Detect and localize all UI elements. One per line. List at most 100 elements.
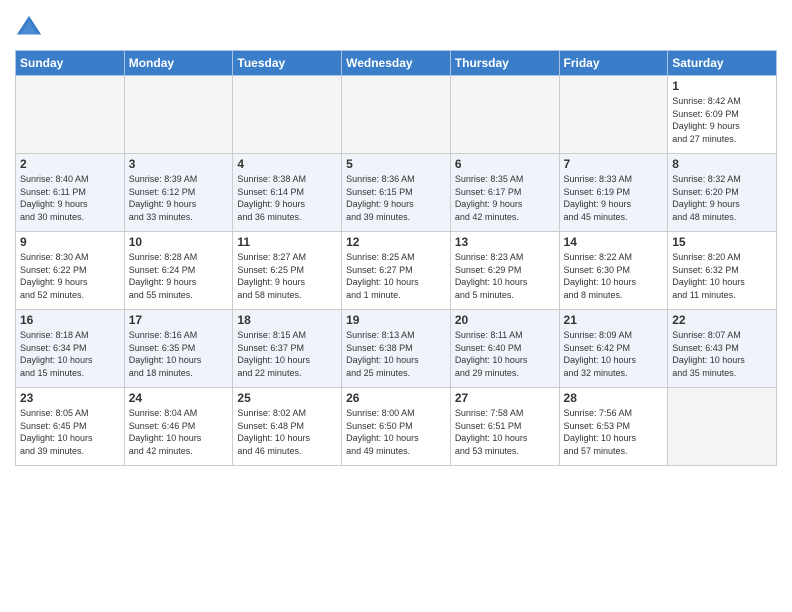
day-info: Sunrise: 7:58 AM Sunset: 6:51 PM Dayligh… bbox=[455, 407, 555, 457]
day-info: Sunrise: 8:28 AM Sunset: 6:24 PM Dayligh… bbox=[129, 251, 229, 301]
calendar-day-cell: 9 Sunrise: 8:30 AM Sunset: 6:22 PM Daylig… bbox=[16, 232, 125, 310]
day-info: Sunrise: 8:04 AM Sunset: 6:46 PM Dayligh… bbox=[129, 407, 229, 457]
calendar-day-cell: 13Sunrise: 8:23 AM Sunset: 6:29 PM Dayli… bbox=[450, 232, 559, 310]
day-number: 27 bbox=[455, 391, 555, 405]
calendar-day-cell bbox=[342, 76, 451, 154]
calendar-day-cell: 28 Sunrise: 7:56 AM Sunset: 6:53 PM Dayli… bbox=[559, 388, 668, 466]
day-info: Sunrise: 8:05 AM Sunset: 6:45 PM Dayligh… bbox=[20, 407, 120, 457]
calendar-day-cell: 15 Sunrise: 8:20 AM Sunset: 6:32 PM Dayli… bbox=[668, 232, 777, 310]
day-number: 25 bbox=[237, 391, 337, 405]
day-info: Sunrise: 8:18 AM Sunset: 6:34 PM Dayligh… bbox=[20, 329, 120, 379]
day-info: Sunrise: 8:36 AM Sunset: 6:15 PM Dayligh… bbox=[346, 173, 446, 223]
day-number: 17 bbox=[129, 313, 229, 327]
calendar-day-cell: 3Sunrise: 8:39 AM Sunset: 6:12 PM Daylig… bbox=[124, 154, 233, 232]
day-info: Sunrise: 8:22 AM Sunset: 6:30 PM Dayligh… bbox=[564, 251, 664, 301]
day-number: 5 bbox=[346, 157, 446, 171]
calendar-day-cell: 18 Sunrise: 8:15 AM Sunset: 6:37 PM Dayli… bbox=[233, 310, 342, 388]
calendar-week-row: 2Sunrise: 8:40 AM Sunset: 6:11 PM Daylig… bbox=[16, 154, 777, 232]
calendar-day-header: Thursday bbox=[450, 51, 559, 76]
calendar-day-cell: 17 Sunrise: 8:16 AM Sunset: 6:35 PM Dayli… bbox=[124, 310, 233, 388]
calendar-day-cell: 21 Sunrise: 8:09 AM Sunset: 6:42 PM Dayli… bbox=[559, 310, 668, 388]
day-number: 1 bbox=[672, 79, 772, 93]
calendar-day-cell: 26 Sunrise: 8:00 AM Sunset: 6:50 PM Dayli… bbox=[342, 388, 451, 466]
calendar-day-cell: 19 Sunrise: 8:13 AM Sunset: 6:38 PM Dayli… bbox=[342, 310, 451, 388]
calendar-day-cell: 8 Sunrise: 8:32 AM Sunset: 6:20 PM Daylig… bbox=[668, 154, 777, 232]
day-info: Sunrise: 8:07 AM Sunset: 6:43 PM Dayligh… bbox=[672, 329, 772, 379]
calendar-day-cell bbox=[16, 76, 125, 154]
day-info: Sunrise: 8:38 AM Sunset: 6:14 PM Dayligh… bbox=[237, 173, 337, 223]
calendar-day-header: Friday bbox=[559, 51, 668, 76]
day-info: Sunrise: 8:25 AM Sunset: 6:27 PM Dayligh… bbox=[346, 251, 446, 301]
day-info: Sunrise: 8:00 AM Sunset: 6:50 PM Dayligh… bbox=[346, 407, 446, 457]
header bbox=[15, 10, 777, 42]
day-number: 24 bbox=[129, 391, 229, 405]
logo-icon bbox=[15, 14, 43, 42]
calendar-day-cell: 22 Sunrise: 8:07 AM Sunset: 6:43 PM Dayli… bbox=[668, 310, 777, 388]
day-number: 14 bbox=[564, 235, 664, 249]
day-info: Sunrise: 8:35 AM Sunset: 6:17 PM Dayligh… bbox=[455, 173, 555, 223]
calendar-day-cell: 20 Sunrise: 8:11 AM Sunset: 6:40 PM Dayli… bbox=[450, 310, 559, 388]
day-info: Sunrise: 8:33 AM Sunset: 6:19 PM Dayligh… bbox=[564, 173, 664, 223]
calendar-day-cell: 1Sunrise: 8:42 AM Sunset: 6:09 PM Daylig… bbox=[668, 76, 777, 154]
day-number: 19 bbox=[346, 313, 446, 327]
calendar-day-header: Monday bbox=[124, 51, 233, 76]
calendar-day-cell: 2Sunrise: 8:40 AM Sunset: 6:11 PM Daylig… bbox=[16, 154, 125, 232]
calendar-day-cell: 16 Sunrise: 8:18 AM Sunset: 6:34 PM Dayli… bbox=[16, 310, 125, 388]
calendar-day-cell: 25 Sunrise: 8:02 AM Sunset: 6:48 PM Dayli… bbox=[233, 388, 342, 466]
day-number: 16 bbox=[20, 313, 120, 327]
day-info: Sunrise: 8:13 AM Sunset: 6:38 PM Dayligh… bbox=[346, 329, 446, 379]
calendar-week-row: 23 Sunrise: 8:05 AM Sunset: 6:45 PM Dayli… bbox=[16, 388, 777, 466]
calendar-day-cell bbox=[233, 76, 342, 154]
calendar-week-row: 1Sunrise: 8:42 AM Sunset: 6:09 PM Daylig… bbox=[16, 76, 777, 154]
calendar-table: SundayMondayTuesdayWednesdayThursdayFrid… bbox=[15, 50, 777, 466]
day-number: 15 bbox=[672, 235, 772, 249]
calendar-day-cell bbox=[124, 76, 233, 154]
day-info: Sunrise: 8:27 AM Sunset: 6:25 PM Dayligh… bbox=[237, 251, 337, 301]
day-number: 28 bbox=[564, 391, 664, 405]
day-number: 22 bbox=[672, 313, 772, 327]
day-info: Sunrise: 8:16 AM Sunset: 6:35 PM Dayligh… bbox=[129, 329, 229, 379]
calendar-day-cell: 24 Sunrise: 8:04 AM Sunset: 6:46 PM Dayli… bbox=[124, 388, 233, 466]
day-info: Sunrise: 8:30 AM Sunset: 6:22 PM Dayligh… bbox=[20, 251, 120, 301]
calendar-day-cell: 10 Sunrise: 8:28 AM Sunset: 6:24 PM Dayli… bbox=[124, 232, 233, 310]
day-number: 23 bbox=[20, 391, 120, 405]
day-number: 21 bbox=[564, 313, 664, 327]
logo bbox=[15, 14, 45, 42]
day-number: 12 bbox=[346, 235, 446, 249]
day-number: 9 bbox=[20, 235, 120, 249]
day-info: Sunrise: 7:56 AM Sunset: 6:53 PM Dayligh… bbox=[564, 407, 664, 457]
day-number: 3 bbox=[129, 157, 229, 171]
calendar-day-cell bbox=[668, 388, 777, 466]
day-number: 11 bbox=[237, 235, 337, 249]
day-info: Sunrise: 8:09 AM Sunset: 6:42 PM Dayligh… bbox=[564, 329, 664, 379]
day-info: Sunrise: 8:40 AM Sunset: 6:11 PM Dayligh… bbox=[20, 173, 120, 223]
calendar-day-header: Sunday bbox=[16, 51, 125, 76]
day-number: 26 bbox=[346, 391, 446, 405]
calendar-day-cell: 11 Sunrise: 8:27 AM Sunset: 6:25 PM Dayli… bbox=[233, 232, 342, 310]
calendar-day-cell: 5 Sunrise: 8:36 AM Sunset: 6:15 PM Daylig… bbox=[342, 154, 451, 232]
calendar-day-header: Wednesday bbox=[342, 51, 451, 76]
day-info: Sunrise: 8:15 AM Sunset: 6:37 PM Dayligh… bbox=[237, 329, 337, 379]
day-number: 6 bbox=[455, 157, 555, 171]
day-number: 8 bbox=[672, 157, 772, 171]
calendar-day-cell bbox=[450, 76, 559, 154]
day-number: 4 bbox=[237, 157, 337, 171]
day-number: 18 bbox=[237, 313, 337, 327]
calendar-day-header: Tuesday bbox=[233, 51, 342, 76]
day-number: 20 bbox=[455, 313, 555, 327]
calendar-day-cell: 6 Sunrise: 8:35 AM Sunset: 6:17 PM Daylig… bbox=[450, 154, 559, 232]
calendar-week-row: 9 Sunrise: 8:30 AM Sunset: 6:22 PM Daylig… bbox=[16, 232, 777, 310]
calendar-page: SundayMondayTuesdayWednesdayThursdayFrid… bbox=[0, 0, 792, 612]
day-info: Sunrise: 8:23 AM Sunset: 6:29 PM Dayligh… bbox=[455, 251, 555, 301]
calendar-week-row: 16 Sunrise: 8:18 AM Sunset: 6:34 PM Dayli… bbox=[16, 310, 777, 388]
calendar-day-cell: 12 Sunrise: 8:25 AM Sunset: 6:27 PM Dayli… bbox=[342, 232, 451, 310]
calendar-day-cell: 7Sunrise: 8:33 AM Sunset: 6:19 PM Daylig… bbox=[559, 154, 668, 232]
day-number: 10 bbox=[129, 235, 229, 249]
day-info: Sunrise: 8:02 AM Sunset: 6:48 PM Dayligh… bbox=[237, 407, 337, 457]
calendar-day-cell: 23 Sunrise: 8:05 AM Sunset: 6:45 PM Dayli… bbox=[16, 388, 125, 466]
calendar-day-cell: 14 Sunrise: 8:22 AM Sunset: 6:30 PM Dayli… bbox=[559, 232, 668, 310]
calendar-header-row: SundayMondayTuesdayWednesdayThursdayFrid… bbox=[16, 51, 777, 76]
day-info: Sunrise: 8:32 AM Sunset: 6:20 PM Dayligh… bbox=[672, 173, 772, 223]
day-info: Sunrise: 8:20 AM Sunset: 6:32 PM Dayligh… bbox=[672, 251, 772, 301]
day-info: Sunrise: 8:11 AM Sunset: 6:40 PM Dayligh… bbox=[455, 329, 555, 379]
